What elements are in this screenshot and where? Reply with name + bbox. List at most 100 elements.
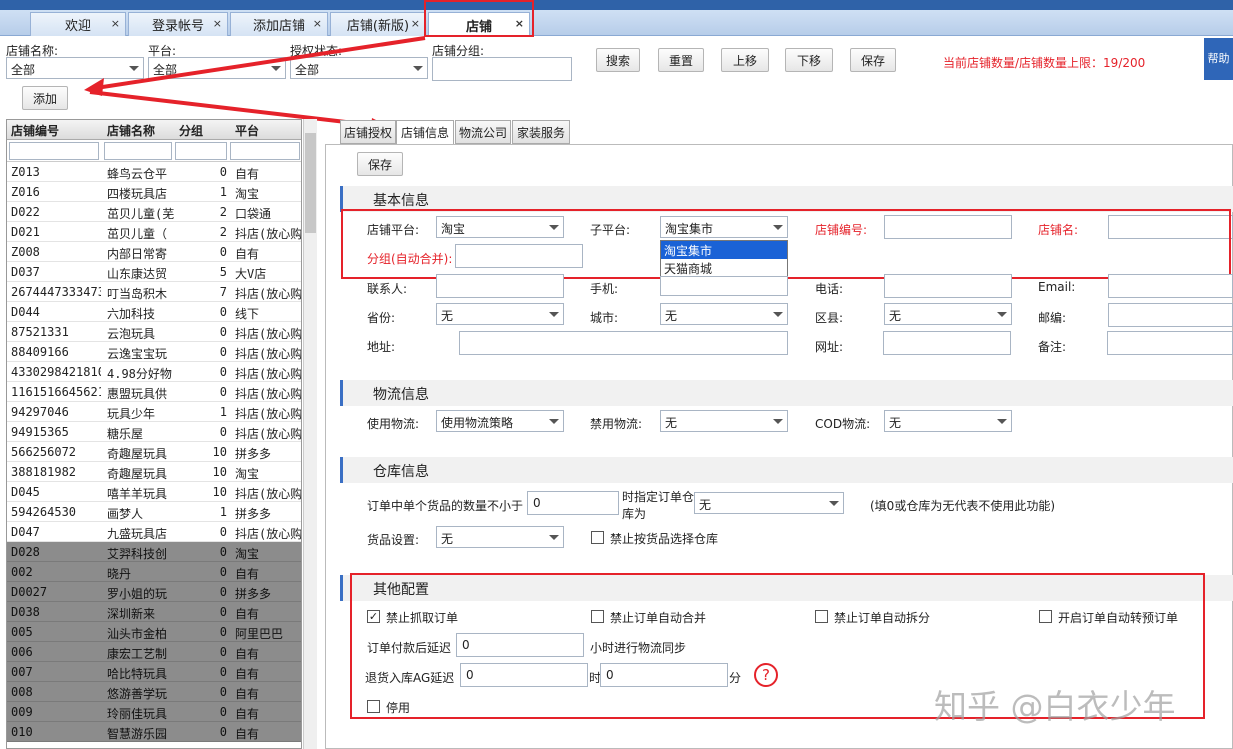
cod-select[interactable]: 无 xyxy=(884,410,1012,432)
table-row[interactable]: D022 茁贝儿童(芜 2 口袋通 xyxy=(7,202,301,222)
table-row[interactable]: D044 六加科技 0 线下 xyxy=(7,302,301,322)
city-select[interactable]: 无 xyxy=(660,303,788,325)
table-row[interactable]: 1161516645621 惠盟玩具供 0 抖店(放心购 xyxy=(7,382,301,402)
table-row[interactable]: 2674447333473 叮当岛积木 7 抖店(放心购 xyxy=(7,282,301,302)
table-row[interactable]: 594264530 画梦人 1 拼多多 xyxy=(7,502,301,522)
table-cell: 罗小姐的玩 xyxy=(107,587,168,601)
table-cell: 抖店(放心购 xyxy=(235,327,301,341)
table-cell: 悠游善学玩 xyxy=(107,687,168,701)
ban-logistics-label: 禁用物流: xyxy=(590,417,643,431)
table-cell: 10 xyxy=(212,445,227,459)
table-cell: 叮当岛积木 xyxy=(107,287,168,301)
table-row[interactable]: D0027 罗小姐的玩 0 拼多多 xyxy=(7,582,301,602)
table-cell: 0 xyxy=(219,645,227,659)
table-cell: 汕头市金柏 xyxy=(107,627,168,641)
name-filter-input[interactable] xyxy=(104,142,172,160)
table-cell: 010 xyxy=(11,725,33,739)
contact-input[interactable] xyxy=(436,274,564,298)
ban-logistics-select[interactable]: 无 xyxy=(660,410,788,432)
table-row[interactable]: D038 深圳新来 0 自有 xyxy=(7,602,301,622)
table-cell: 2 xyxy=(219,205,227,219)
address-input[interactable] xyxy=(459,331,788,355)
table-row[interactable]: 4330298421810 4.98分好物 0 抖店(放心购 xyxy=(7,362,301,382)
tab-shop-info[interactable]: 店铺信息 xyxy=(396,120,454,144)
table-cell: 94915365 xyxy=(11,425,69,439)
table-cell: 0 xyxy=(219,385,227,399)
province-label: 省份: xyxy=(367,311,396,325)
table-row[interactable]: 008 悠游善学玩 0 自有 xyxy=(7,682,301,702)
table-cell: 0 xyxy=(219,565,227,579)
table-row[interactable]: 88409166 云逸宝宝玩 0 抖店(放心购 xyxy=(7,342,301,362)
table-row[interactable]: 007 哈比特玩具 0 自有 xyxy=(7,662,301,682)
qty-label: 订单中单个货品的数量不小于 xyxy=(367,499,524,513)
column-header: 店铺编号 xyxy=(11,124,60,138)
table-cell: 抖店(放心购 xyxy=(235,227,301,241)
table-row[interactable]: 94915365 糖乐屋 0 抖店(放心购 xyxy=(7,422,301,442)
code-filter-input[interactable] xyxy=(9,142,99,160)
email-input[interactable] xyxy=(1108,274,1233,298)
table-row[interactable]: 006 康宏工艺制 0 自有 xyxy=(7,642,301,662)
table-cell: 1 xyxy=(219,405,227,419)
tab-logistics-company[interactable]: 物流公司 xyxy=(455,120,511,144)
table-cell: 晓丹 xyxy=(107,567,132,581)
table-cell: 388181982 xyxy=(11,465,77,479)
table-row[interactable]: 010 智慧游乐园 0 自有 xyxy=(7,722,301,742)
column-header: 平台 xyxy=(235,124,260,138)
table-cell: 抖店(放心购 xyxy=(235,387,301,401)
table-cell: 玩具少年 xyxy=(107,407,156,421)
table-row[interactable]: 005 汕头市金柏 0 阿里巴巴 xyxy=(7,622,301,642)
table-cell: 奇趣屋玩具 xyxy=(107,447,168,461)
phone-input[interactable] xyxy=(884,274,1012,298)
goods-select[interactable]: 无 xyxy=(436,526,564,548)
table-row[interactable]: D021 茁贝儿童（ 2 抖店(放心购 xyxy=(7,222,301,242)
table-row[interactable]: 388181982 奇趣屋玩具 10 淘宝 xyxy=(7,462,301,482)
platform-filter-input[interactable] xyxy=(230,142,300,160)
remark-input[interactable] xyxy=(1107,331,1233,355)
chevron-down-icon xyxy=(549,535,559,540)
table-cell: D038 xyxy=(11,605,40,619)
table-cell: 10 xyxy=(212,485,227,499)
warehouse-note: (填0或仓库为无代表不使用此功能) xyxy=(870,499,1055,513)
table-row[interactable]: Z016 四楼玩具店 1 淘宝 xyxy=(7,182,301,202)
district-select[interactable]: 无 xyxy=(884,303,1012,325)
table-cell: 0 xyxy=(219,305,227,319)
table-cell: 康宏工艺制 xyxy=(107,647,168,661)
form-save-button[interactable]: 保存 xyxy=(357,152,403,176)
use-logistics-select[interactable]: 使用物流策略 xyxy=(436,410,564,432)
website-input[interactable] xyxy=(883,331,1011,355)
table-row[interactable]: D045 嘻羊羊玩具 10 抖店(放心购 xyxy=(7,482,301,502)
mobile-input[interactable] xyxy=(660,276,788,296)
table-cell: 四楼玩具店 xyxy=(107,187,168,201)
tab-shop-auth[interactable]: 店铺授权 xyxy=(340,120,396,144)
table-cell: 自有 xyxy=(235,167,260,181)
table-cell: 深圳新来 xyxy=(107,607,156,621)
table-cell: 自有 xyxy=(235,607,260,621)
group-filter-input[interactable] xyxy=(175,142,227,160)
qty-input[interactable]: 0 xyxy=(527,491,619,515)
table-row[interactable]: 002 晓丹 0 自有 xyxy=(7,562,301,582)
table-row[interactable]: D028 艾羿科技创 0 淘宝 xyxy=(7,542,301,562)
table-row[interactable]: D047 九盛玩具店 0 抖店(放心购 xyxy=(7,522,301,542)
highlight-box xyxy=(341,209,1231,279)
table-row[interactable]: 94297046 玩具少年 1 抖店(放心购 xyxy=(7,402,301,422)
table-cell: 玲丽佳玩具 xyxy=(107,707,168,721)
table-row[interactable]: D037 山东康达贸 5 大V店 xyxy=(7,262,301,282)
province-select[interactable]: 无 xyxy=(436,303,564,325)
table-cell: 阿里巴巴 xyxy=(235,627,284,641)
table-cell: 嘻羊羊玩具 xyxy=(107,487,168,501)
table-row[interactable]: 87521331 云泡玩具 0 抖店(放心购 xyxy=(7,322,301,342)
section-logistics-info: 物流信息 xyxy=(340,380,1233,406)
zip-input[interactable] xyxy=(1108,303,1233,327)
table-scrollbar[interactable] xyxy=(303,119,317,749)
scrollbar-thumb[interactable] xyxy=(305,133,316,233)
ban-goods-wh-checkbox[interactable] xyxy=(591,531,604,544)
table-row[interactable]: Z008 内部日常寄 0 自有 xyxy=(7,242,301,262)
warehouse-select[interactable]: 无 xyxy=(694,492,844,514)
table-row[interactable]: Z013 蜂鸟云仓平 0 自有 xyxy=(7,162,301,182)
table-row[interactable]: 566256072 奇趣屋玩具 10 拼多多 xyxy=(7,442,301,462)
chevron-down-icon xyxy=(549,419,559,424)
table-cell: 自有 xyxy=(235,647,260,661)
tab-home-service[interactable]: 家装服务 xyxy=(512,120,570,144)
table-row[interactable]: 009 玲丽佳玩具 0 自有 xyxy=(7,702,301,722)
ban-goods-wh-label: 禁止按货品选择仓库 xyxy=(610,532,719,546)
